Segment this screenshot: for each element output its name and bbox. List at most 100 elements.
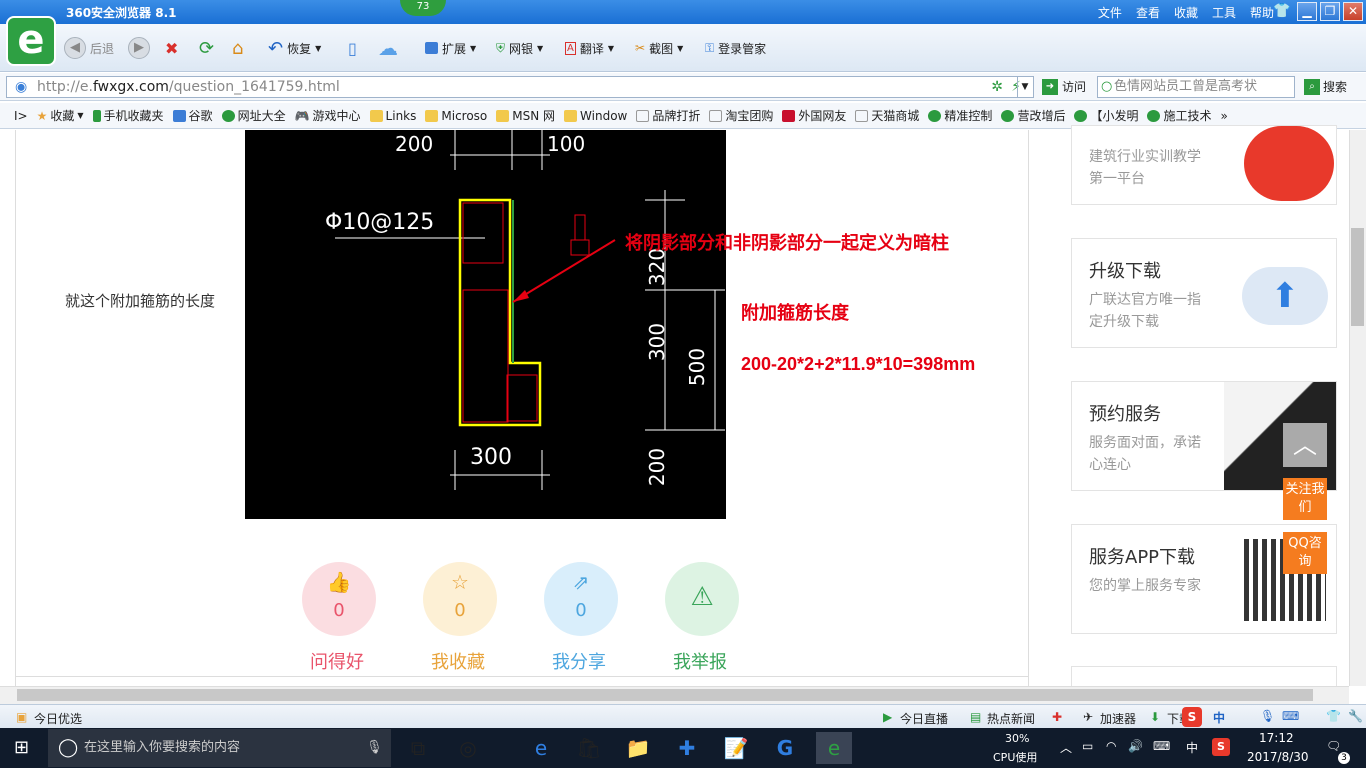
search-input[interactable]: ○ 色情网站员工曾是高考状 [1097, 76, 1295, 98]
fav-item[interactable]: 🎮 游戏中心 [295, 107, 361, 124]
fav-item[interactable]: 谷歌 [172, 107, 213, 124]
undo-close-button[interactable]: ↶ 恢复 ▼ [268, 36, 321, 60]
taskbar-app-glodon-icon[interactable]: G [767, 732, 803, 764]
like-label[interactable]: 问得好 [292, 648, 382, 674]
extend-menu[interactable]: 扩展 ▼ [425, 36, 476, 60]
chat-icon [1001, 109, 1015, 122]
back-button[interactable]: ◀ 后退 [64, 36, 114, 60]
ime-mode[interactable]: 中 [1213, 709, 1225, 726]
clock-time[interactable]: 17:12 [1259, 731, 1294, 745]
fav-item[interactable]: 精准控制 [928, 107, 992, 124]
follow-us-button[interactable]: 关注我们 [1283, 478, 1327, 520]
taskbar-app-notes-icon[interactable]: 📝 [718, 732, 754, 764]
keyboard-icon[interactable]: ⌨ [1153, 739, 1170, 753]
fav-item[interactable]: Window [564, 109, 627, 123]
cad-dimension: 200 [395, 132, 434, 156]
clock-date[interactable]: 2017/8/30 [1247, 750, 1309, 764]
taskbar-app-browser-icon[interactable]: ◎ [450, 732, 486, 764]
screenshot-menu[interactable]: ✂ 截图 ▼ [635, 36, 683, 60]
share-label[interactable]: 我分享 [534, 648, 624, 674]
skin-icon[interactable]: 👕 [1273, 3, 1290, 19]
like-button[interactable]: 👍 0 [302, 562, 376, 636]
fav-item[interactable]: 【小发明 [1074, 107, 1138, 124]
fav-item[interactable]: 网址大全 [221, 107, 286, 124]
go-button[interactable]: ➜ 访问 [1042, 78, 1086, 95]
more-favorites-icon[interactable]: » [1220, 109, 1227, 123]
fav-item[interactable]: 营改增后 [1001, 107, 1065, 124]
mic-icon[interactable]: 🎙 [1260, 709, 1275, 723]
stop-button[interactable]: ✖ [165, 36, 178, 60]
fav-item[interactable]: Links [369, 109, 416, 123]
microphone-icon[interactable]: 🎙 [366, 729, 383, 767]
report-label[interactable]: 我举报 [655, 648, 745, 674]
taskbar-app-explorer-icon[interactable]: 📁 [620, 732, 656, 764]
back-to-top-button[interactable]: ︿ [1283, 423, 1327, 467]
taskbar-app-tool-icon[interactable]: ✚ [669, 732, 705, 764]
fav-item[interactable]: 品牌打折 [636, 107, 700, 124]
notifications-icon[interactable]: 🗨 [1326, 739, 1341, 753]
taskbar-app-store-icon[interactable]: 🛍 [571, 732, 607, 764]
browser-logo-icon: e [6, 16, 56, 66]
fav-item[interactable]: MSN 网 [496, 107, 555, 124]
favorites-menu[interactable]: ★ 收藏 ▼ [37, 107, 84, 124]
fav-item[interactable]: 外国网友 [782, 107, 846, 124]
menu-tools[interactable]: 工具 [1212, 4, 1236, 21]
fav-item[interactable]: 淘宝团购 [709, 107, 773, 124]
horizontal-scroll-thumb[interactable] [17, 689, 1313, 701]
sogou-tray-icon[interactable]: S [1212, 738, 1230, 756]
keyboard-icon[interactable]: ⌨ [1282, 709, 1299, 723]
taskbar-search-input[interactable]: ◯ 在这里输入你要搜索的内容 🎙 [48, 729, 391, 767]
page-icon [709, 109, 723, 122]
volume-icon[interactable]: 🔊 [1128, 739, 1143, 753]
menu-view[interactable]: 查看 [1136, 4, 1160, 21]
menu-file[interactable]: 文件 [1098, 4, 1122, 21]
news-link[interactable]: 热点新闻 [987, 710, 1035, 727]
taskbar-app-task-view-icon[interactable]: ⧉ [400, 732, 436, 764]
menu-favorites[interactable]: 收藏 [1174, 4, 1198, 21]
home-button[interactable]: ⌂ [232, 36, 243, 60]
windows-start-icon[interactable]: ⊞ [14, 737, 29, 758]
sidebar-toggle-icon[interactable]: I> [14, 109, 28, 123]
bank-menu[interactable]: ⛨ 网银 ▼ [496, 36, 543, 60]
sidebar-card-upgrade[interactable]: 升级下载 广联达官方唯一指定升级下载 ⬆ [1071, 238, 1337, 348]
favorite-button[interactable]: ☆ 0 [423, 562, 497, 636]
url-dropdown-icon[interactable]: ▼ [1017, 77, 1032, 97]
minimize-button[interactable]: ▁ [1297, 2, 1317, 21]
add-icon[interactable]: ✚ [1052, 710, 1062, 724]
refresh-button[interactable]: ⟳ [199, 36, 214, 60]
taskbar-app-360-icon[interactable]: e [816, 732, 852, 764]
url-input[interactable]: ◉ http://e.fwxgx.com/question_1641759.ht… [6, 76, 1034, 98]
favorite-label[interactable]: 我收藏 [413, 648, 503, 674]
translate-menu[interactable]: A 翻译 ▼ [565, 36, 614, 60]
qq-consult-button[interactable]: QQ咨询 [1283, 532, 1327, 574]
fav-item[interactable]: 施工技术 [1147, 107, 1211, 124]
login-manager-button[interactable]: ⚿ 登录管家 [705, 36, 766, 60]
tshirt-icon[interactable]: 👕 [1326, 709, 1341, 723]
taskbar-app-edge-icon[interactable]: e [523, 732, 559, 764]
cloud-button[interactable]: ☁ [378, 36, 398, 60]
search-button[interactable]: ⌕ 搜索 [1304, 78, 1347, 95]
fav-item[interactable]: 天猫商城 [855, 107, 919, 124]
sogou-ime-icon[interactable]: S [1182, 707, 1202, 727]
fav-item[interactable]: 手机收藏夹 [92, 107, 164, 124]
report-button[interactable]: ⚠ [665, 562, 739, 636]
wifi-icon[interactable]: ◠ [1106, 739, 1116, 753]
menu-help[interactable]: 帮助 [1250, 4, 1274, 21]
close-button[interactable]: ✕ [1343, 2, 1363, 21]
fav-item[interactable]: Microso [425, 109, 487, 123]
sidebar-card-partial[interactable] [1071, 666, 1337, 688]
share-button[interactable]: ⇗ 0 [544, 562, 618, 636]
network-icon[interactable]: ▭ [1082, 739, 1093, 753]
forward-button[interactable]: ▶ [128, 36, 150, 60]
daily-picks-link[interactable]: 今日优选 [34, 710, 82, 727]
sidebar-card-training[interactable]: 建筑行业实训教学第一平台 [1071, 125, 1337, 205]
mobile-button[interactable]: ▯ [348, 36, 357, 60]
vertical-scrollbar[interactable] [1349, 130, 1366, 686]
wrench-icon[interactable]: 🔧 [1348, 709, 1363, 723]
restore-button[interactable]: ❐ [1320, 2, 1340, 21]
ime-indicator[interactable]: 中 [1186, 739, 1198, 756]
live-link[interactable]: 今日直播 [900, 710, 948, 727]
accelerator-link[interactable]: 加速器 [1100, 710, 1136, 727]
vertical-scroll-thumb[interactable] [1351, 228, 1364, 326]
tray-expand-icon[interactable]: ︿ [1060, 739, 1072, 756]
